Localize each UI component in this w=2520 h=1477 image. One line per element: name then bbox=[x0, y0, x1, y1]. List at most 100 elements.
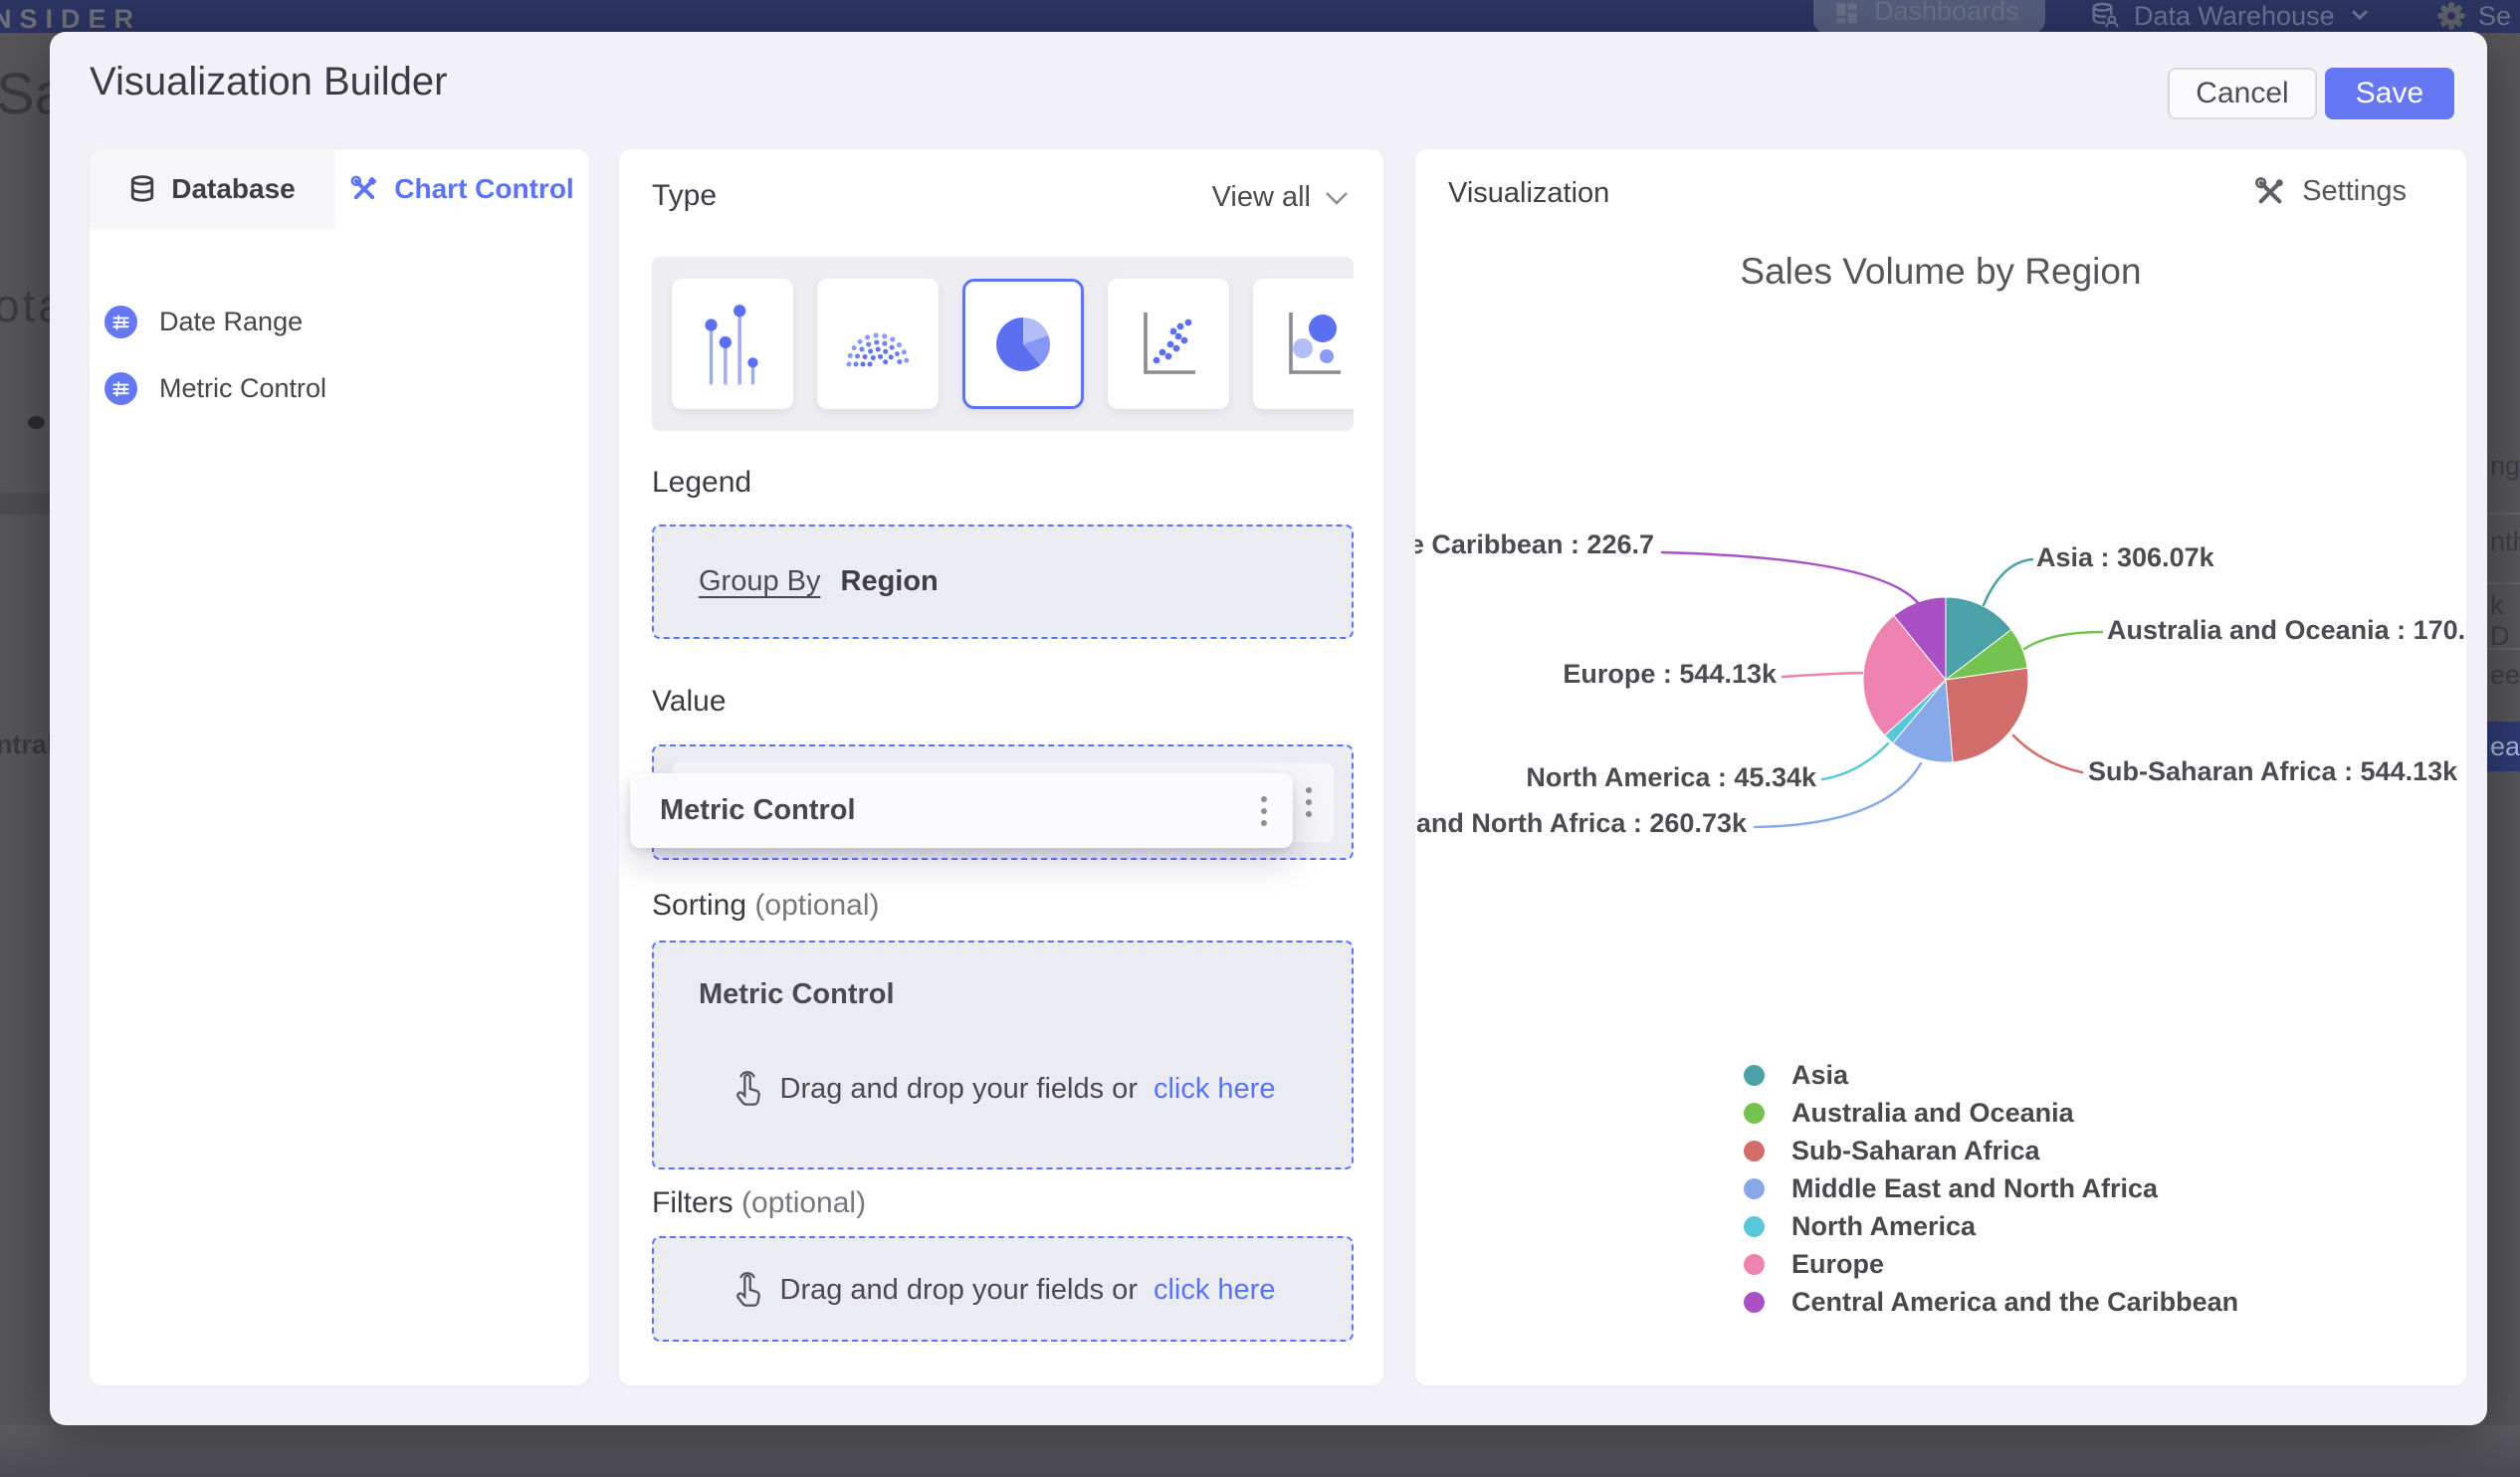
chevron-down-icon bbox=[1326, 191, 1348, 205]
pie-slice-label: Asia : 306.07k bbox=[2036, 542, 2215, 572]
arc-dot-chart-icon bbox=[846, 332, 910, 366]
legend-drop-zone[interactable]: Group By Region bbox=[652, 525, 1354, 639]
pie-slice-label: Central America and the Caribbean : 226.… bbox=[1415, 529, 1654, 559]
settings-tools-icon bbox=[2255, 176, 2284, 203]
pie-chart-icon bbox=[996, 316, 1050, 371]
chart-type-bubble[interactable] bbox=[1253, 279, 1354, 409]
sorting-field-label: Metric Control bbox=[699, 978, 895, 1010]
dimmed-dropdown: nge nth k D eek ear bbox=[2487, 33, 2520, 1477]
legend-label: Australia and Oceania bbox=[1791, 1097, 2074, 1128]
chart-legend: Asia Australia and Oceania Sub-Saharan Afr… bbox=[1744, 1056, 2238, 1321]
bubble-chart-icon bbox=[1289, 312, 1341, 374]
list-item-date-range[interactable]: Date Range bbox=[105, 289, 589, 355]
chart-type-lollipop[interactable] bbox=[672, 279, 793, 409]
click-here-link[interactable]: click here bbox=[1154, 1073, 1276, 1106]
filters-drop-hint: Drag and drop your fields or click here bbox=[654, 1271, 1352, 1309]
legend-dot bbox=[1744, 1140, 1765, 1161]
top-nav: NSIDER Dashboards Data Warehouse Se bbox=[0, 0, 2520, 34]
chart-type-strip bbox=[652, 257, 1354, 431]
legend-item[interactable]: Central America and the Caribbean bbox=[1744, 1283, 2238, 1321]
legend-item[interactable]: Sub-Saharan Africa bbox=[1744, 1132, 2238, 1169]
legend-item[interactable]: Australia and Oceania bbox=[1744, 1094, 2238, 1132]
dropdown-item[interactable]: k D bbox=[2490, 590, 2520, 652]
type-heading: Type bbox=[652, 179, 718, 212]
legend-label: Sub-Saharan Africa bbox=[1791, 1135, 2040, 1165]
dropdown-item[interactable]: nth bbox=[2490, 527, 2520, 557]
legend-item[interactable]: Europe bbox=[1744, 1245, 2238, 1283]
dropdown-item[interactable]: nge bbox=[2490, 451, 2520, 482]
dropdown-item[interactable]: eek bbox=[2490, 660, 2520, 691]
dimmed-bullet bbox=[28, 416, 45, 429]
pie-label-leader bbox=[1660, 550, 1921, 606]
cancel-button[interactable]: Cancel bbox=[2168, 68, 2317, 119]
pie-label-leader bbox=[2011, 734, 2084, 774]
legend-label: North America bbox=[1791, 1210, 1977, 1241]
nav-data-warehouse-button[interactable]: Data Warehouse bbox=[2090, 0, 2371, 33]
kebab-icon[interactable] bbox=[1261, 795, 1267, 826]
view-all-button[interactable]: View all bbox=[1212, 181, 1349, 214]
dropdown-separator bbox=[2487, 513, 2520, 515]
data-warehouse-icon bbox=[2092, 2, 2119, 28]
list-item-metric-control[interactable]: Metric Control bbox=[105, 355, 589, 422]
tune-icon bbox=[105, 306, 137, 338]
pie-slice-label: North America : 45.34k bbox=[1526, 762, 1817, 792]
dimmed-label: ntral bbox=[0, 730, 55, 759]
legend-label: Middle East and North Africa bbox=[1791, 1172, 2159, 1203]
legend-item[interactable]: Middle East and North Africa bbox=[1744, 1169, 2238, 1207]
pie-label-leader bbox=[1982, 557, 2034, 607]
sorting-drop-hint: Drag and drop your fields or click here bbox=[654, 1070, 1352, 1108]
click-here-link[interactable]: click here bbox=[1154, 1274, 1276, 1307]
dimmed-page-left: Sal ota ntral bbox=[0, 33, 80, 1477]
viz-settings-label: Settings bbox=[2302, 175, 2407, 207]
legend-dot bbox=[1744, 1215, 1765, 1237]
legend-dot bbox=[1744, 1177, 1765, 1199]
drop-text: Drag and drop your fields or bbox=[779, 1273, 1138, 1306]
viz-settings-button[interactable]: Settings bbox=[2254, 175, 2407, 208]
nav-settings-button[interactable]: Se bbox=[2436, 0, 2511, 32]
pie-slice-label: Sub-Saharan Africa : 544.13k bbox=[2088, 756, 2458, 786]
tab-database-label: Database bbox=[171, 173, 296, 204]
tune-icon bbox=[105, 372, 137, 405]
tab-chart-control[interactable]: Chart Control bbox=[335, 149, 589, 229]
dimmed-divider bbox=[0, 493, 50, 515]
dropdown-item-selected[interactable]: ear bbox=[2487, 722, 2520, 771]
chart-type-pie[interactable] bbox=[962, 279, 1084, 409]
nav-dashboards-button[interactable]: Dashboards bbox=[1813, 0, 2045, 33]
chart-control-list: Date Range Metric Control bbox=[90, 229, 589, 422]
group-by-field: Region bbox=[840, 565, 939, 597]
gear-icon bbox=[2437, 2, 2465, 30]
tab-database[interactable]: Database bbox=[90, 149, 335, 229]
modal-title: Visualization Builder bbox=[90, 60, 448, 104]
visualization-panel: Visualization Settings Sales Volume by R… bbox=[1415, 149, 2466, 1385]
drag-hand-icon bbox=[735, 1071, 760, 1106]
pie-chart: Asia : 306.07k Australia and Oceania : 17… bbox=[1415, 529, 2466, 838]
legend-label: Asia bbox=[1791, 1059, 1849, 1090]
chart-type-arc[interactable] bbox=[817, 279, 939, 409]
chart-type-scatter[interactable] bbox=[1108, 279, 1229, 409]
nav-dashboards-label: Dashboards bbox=[1874, 0, 2019, 26]
left-panel-tabs: Database Chart Control bbox=[90, 149, 589, 229]
dropdown-separator bbox=[2487, 648, 2520, 650]
tab-chart-control-label: Chart Control bbox=[394, 173, 574, 204]
save-button[interactable]: Save bbox=[2325, 68, 2454, 119]
legend-item[interactable]: North America bbox=[1744, 1207, 2238, 1245]
legend-label: Europe bbox=[1791, 1248, 1885, 1279]
value-heading: Value bbox=[652, 685, 727, 718]
legend-dot bbox=[1744, 1253, 1765, 1275]
group-by-label[interactable]: Group By bbox=[699, 565, 821, 598]
legend-heading: Legend bbox=[652, 466, 752, 499]
pie-slice-label: Europe : 544.13k bbox=[1563, 659, 1778, 689]
dragged-field-card[interactable]: Metric Control bbox=[630, 773, 1293, 848]
filters-drop-zone[interactable]: Drag and drop your fields or click here bbox=[652, 1236, 1354, 1342]
database-icon bbox=[131, 175, 154, 202]
kebab-icon[interactable] bbox=[1306, 787, 1312, 817]
legend-item[interactable]: Asia bbox=[1744, 1056, 2238, 1094]
sorting-drop-zone[interactable]: Metric Control Drag and drop your fields… bbox=[652, 941, 1354, 1169]
list-item-label: Metric Control bbox=[159, 373, 327, 403]
dashboards-icon bbox=[1836, 3, 1857, 24]
left-panel: Database Chart Control Date Range Metric… bbox=[90, 149, 589, 1385]
dropdown-separator bbox=[2487, 582, 2520, 584]
pie-slice[interactable] bbox=[1945, 667, 2029, 763]
drop-text: Drag and drop your fields or bbox=[779, 1072, 1138, 1105]
lollipop-chart-icon bbox=[705, 304, 758, 385]
